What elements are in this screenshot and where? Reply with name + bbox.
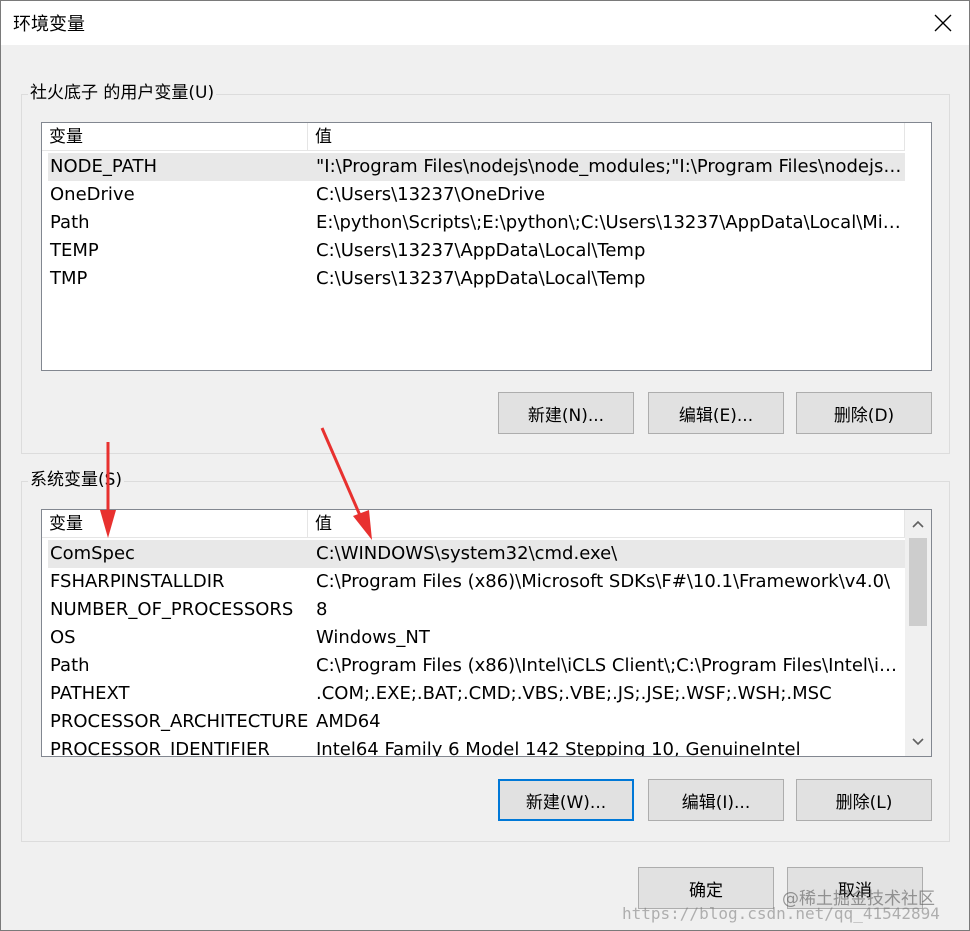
variable-name: PROCESSOR_ARCHITECTURE xyxy=(50,711,309,732)
variable-name: ComSpec xyxy=(50,543,135,564)
user-edit-button[interactable]: 编辑(E)... xyxy=(648,392,784,434)
chevron-down-icon xyxy=(912,738,924,746)
variable-value: C:\Users\13237\AppData\Local\Temp xyxy=(316,268,646,289)
system-variables-scrollbar[interactable] xyxy=(905,510,931,756)
user-new-button[interactable]: 新建(N)... xyxy=(498,392,634,434)
variable-value: C:\Users\13237\AppData\Local\Temp xyxy=(316,240,646,261)
table-row[interactable]: Path E:\python\Scripts\;E:\python\;C:\Us… xyxy=(48,209,905,237)
scroll-thumb[interactable] xyxy=(909,538,927,626)
csdn-watermark: https://blog.csdn.net/qq_41542894 xyxy=(622,904,940,923)
variable-name: FSHARPINSTALLDIR xyxy=(50,571,225,592)
user-variables-header: 变量 值 xyxy=(42,123,905,151)
variable-name: OneDrive xyxy=(50,184,135,205)
variable-value: C:\Program Files (x86)\Microsoft SDKs\F#… xyxy=(316,571,891,592)
variable-name: OS xyxy=(50,627,76,648)
column-header-value[interactable]: 值 xyxy=(308,510,905,538)
column-header-variable[interactable]: 变量 xyxy=(42,510,308,538)
table-row[interactable]: OneDrive C:\Users\13237\OneDrive xyxy=(48,181,905,209)
variable-name: NODE_PATH xyxy=(50,156,158,177)
scroll-up-button[interactable] xyxy=(905,510,931,538)
table-row[interactable]: FSHARPINSTALLDIR C:\Program Files (x86)\… xyxy=(48,568,905,596)
user-variables-label: 社火底子 的用户变量(U) xyxy=(28,82,217,104)
table-row[interactable]: PATHEXT .COM;.EXE;.BAT;.CMD;.VBS;.VBE;.J… xyxy=(48,680,905,708)
variable-value: E:\python\Scripts\;E:\python\;C:\Users\1… xyxy=(316,212,904,233)
variable-name: Path xyxy=(50,655,90,676)
window-title: 环境变量 xyxy=(13,14,85,35)
scroll-down-button[interactable] xyxy=(905,728,931,756)
table-row[interactable]: Path C:\Program Files (x86)\Intel\iCLS C… xyxy=(48,652,905,680)
variable-value: 8 xyxy=(316,599,328,620)
title-bar: 环境变量 xyxy=(1,1,969,45)
system-edit-button[interactable]: 编辑(I)... xyxy=(648,779,784,821)
table-row[interactable]: PROCESSOR_IDENTIFIER Intel64 Family 6 Mo… xyxy=(48,736,905,757)
table-row[interactable]: OS Windows_NT xyxy=(48,624,905,652)
close-button[interactable] xyxy=(923,3,963,43)
column-header-value[interactable]: 值 xyxy=(308,123,905,151)
user-delete-button[interactable]: 删除(D) xyxy=(796,392,932,434)
system-variables-list[interactable]: 变量 值 ComSpec C:\WINDOWS\system32\cmd.exe… xyxy=(41,509,932,757)
variable-name: TMP xyxy=(50,268,88,289)
system-delete-button[interactable]: 删除(L) xyxy=(796,779,932,821)
user-variables-group: 社火底子 的用户变量(U) 变量 值 NODE_PATH "I:\Program… xyxy=(21,82,950,454)
table-row[interactable]: ComSpec C:\WINDOWS\system32\cmd.exe\ xyxy=(48,540,905,568)
chevron-up-icon xyxy=(912,520,924,528)
variable-name: TEMP xyxy=(50,240,99,261)
variable-value: "I:\Program Files\nodejs\node_modules;"I… xyxy=(316,156,904,177)
table-row[interactable]: TMP C:\Users\13237\AppData\Local\Temp xyxy=(48,265,905,293)
environment-variables-dialog: 环境变量 社火底子 的用户变量(U) 变量 值 NODE_PATH "I:\Pr… xyxy=(0,0,970,931)
variable-value: C:\Program Files (x86)\Intel\iCLS Client… xyxy=(316,655,904,676)
ok-button[interactable]: 确定 xyxy=(638,867,774,909)
close-icon xyxy=(934,14,952,32)
variable-name: NUMBER_OF_PROCESSORS xyxy=(50,599,294,620)
variable-value: AMD64 xyxy=(316,711,381,732)
variable-value: Intel64 Family 6 Model 142 Stepping 10, … xyxy=(316,739,801,757)
column-header-variable[interactable]: 变量 xyxy=(42,123,308,151)
table-row[interactable]: TEMP C:\Users\13237\AppData\Local\Temp xyxy=(48,237,905,265)
system-new-button[interactable]: 新建(W)... xyxy=(498,779,634,821)
variable-value: Windows_NT xyxy=(316,627,430,648)
user-variables-list[interactable]: 变量 值 NODE_PATH "I:\Program Files\nodejs\… xyxy=(41,122,932,371)
table-row[interactable]: NUMBER_OF_PROCESSORS 8 xyxy=(48,596,905,624)
variable-value: C:\Users\13237\OneDrive xyxy=(316,184,546,205)
system-variables-label: 系统变量(S) xyxy=(28,469,125,491)
variable-name: PATHEXT xyxy=(50,683,130,704)
system-variables-header: 变量 值 xyxy=(42,510,905,538)
variable-value: C:\WINDOWS\system32\cmd.exe\ xyxy=(316,543,618,564)
variable-name: Path xyxy=(50,212,90,233)
system-variables-group: 系统变量(S) 变量 值 ComSpec C:\WINDOWS\system32… xyxy=(21,469,950,842)
table-row[interactable]: PROCESSOR_ARCHITECTURE AMD64 xyxy=(48,708,905,736)
variable-name: PROCESSOR_IDENTIFIER xyxy=(50,739,270,757)
variable-value: .COM;.EXE;.BAT;.CMD;.VBS;.VBE;.JS;.JSE;.… xyxy=(316,683,832,704)
table-row[interactable]: NODE_PATH "I:\Program Files\nodejs\node_… xyxy=(48,153,905,181)
